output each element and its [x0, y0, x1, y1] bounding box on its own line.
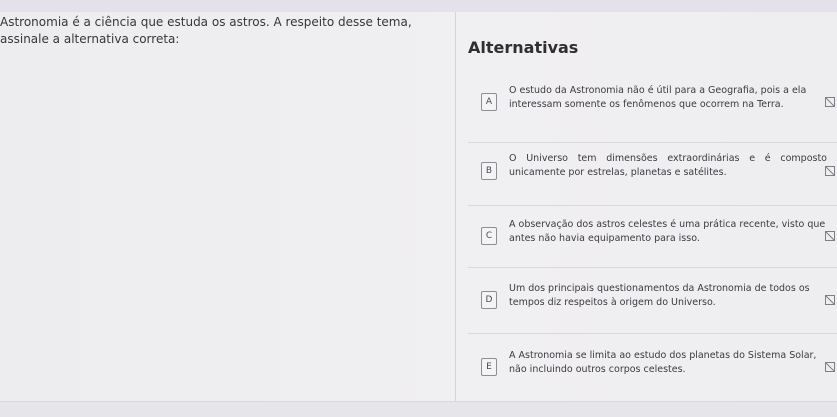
- option-b[interactable]: B O Universo tem dimensões extraordinári…: [468, 152, 837, 192]
- option-e[interactable]: E A Astronomia se limita ao estudo dos p…: [468, 349, 837, 389]
- bottom-band: [0, 401, 837, 417]
- option-text-a[interactable]: O estudo da Astronomia não é útil para a…: [509, 84, 827, 112]
- strike-option-icon[interactable]: [825, 295, 835, 305]
- answers-title: Alternativas: [468, 38, 579, 57]
- strike-option-icon[interactable]: [825, 97, 835, 107]
- option-text-e[interactable]: A Astronomia se limita ao estudo dos pla…: [509, 349, 827, 377]
- exam-page: Astronomia é a ciência que estuda os ast…: [0, 0, 837, 417]
- option-a[interactable]: A O estudo da Astronomia não é útil para…: [468, 84, 837, 124]
- option-c[interactable]: C A observação dos astros celestes é uma…: [468, 218, 837, 258]
- top-band: [0, 0, 837, 12]
- option-d[interactable]: D Um dos principais questionamentos da A…: [468, 282, 837, 322]
- strike-option-icon[interactable]: [825, 231, 835, 241]
- option-letter-b[interactable]: B: [481, 162, 497, 180]
- question-text: Astronomia é a ciência que estuda os ast…: [0, 15, 412, 46]
- option-text-c[interactable]: A observação dos astros celestes é uma p…: [509, 218, 827, 246]
- option-text-b[interactable]: O Universo tem dimensões extraordinárias…: [509, 152, 827, 180]
- option-letter-e[interactable]: E: [481, 358, 497, 376]
- option-divider: [468, 205, 837, 206]
- option-letter-d[interactable]: D: [481, 291, 497, 309]
- option-divider: [468, 142, 837, 143]
- answers-panel: Alternativas A O estudo da Astronomia nã…: [456, 12, 837, 417]
- option-divider: [468, 267, 837, 268]
- option-text-d[interactable]: Um dos principais questionamentos da Ast…: [509, 282, 827, 310]
- strike-option-icon[interactable]: [825, 362, 835, 372]
- question-panel: Astronomia é a ciência que estuda os ast…: [0, 12, 456, 417]
- option-divider: [468, 333, 837, 334]
- option-letter-c[interactable]: C: [481, 227, 497, 245]
- option-letter-a[interactable]: A: [481, 93, 497, 111]
- strike-option-icon[interactable]: [825, 166, 835, 176]
